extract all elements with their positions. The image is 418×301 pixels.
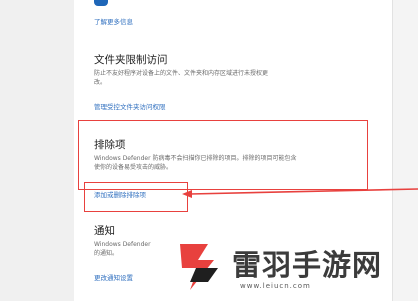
add-remove-exclusions-link[interactable]: 添加或删除排除项 [94,189,146,199]
toggle-switch[interactable] [94,0,108,6]
notifications-description-line: Windows Defender [94,241,151,248]
notifications-heading: 通知 [94,225,115,237]
folder-access-heading: 文件夹限制访问 [94,54,168,66]
exclusions-description-line: 使你的设备易受攻击的威胁。 [94,164,173,171]
notifications-description: Windows Defender 的通知。 [94,240,151,258]
exclusions-description: Windows Defender 防病毒不会扫描你已排除的项目。排除的项目可能包… [94,154,296,172]
folder-access-description: 防止不友好程序对设备上的文件、文件夹和内存区域进行未授权更 改。 [94,69,268,87]
folder-access-description-line: 改。 [94,79,107,86]
change-notification-settings-link[interactable]: 更改通知设置 [94,272,133,282]
watermark: 雷羽手游网 www.leiucn.com [168,238,404,296]
annotation-arrow [182,188,418,198]
folder-access-description-line: 防止不友好程序对设备上的文件、文件夹和内存区域进行未授权更 [94,70,269,77]
left-pane [0,0,74,301]
watermark-logo-icon [180,244,218,290]
exclusions-description-line: Windows Defender 防病毒不会扫描你已排除的项目。排除的项目可能包… [94,155,297,162]
manage-folder-access-link[interactable]: 管理受控文件夹访问权限 [94,101,166,111]
watermark-url: www.leiucn.com [240,282,311,290]
exclusions-heading: 排除项 [94,139,126,151]
watermark-title: 雷羽手游网 [232,248,383,282]
learn-more-link[interactable]: 了解更多信息 [94,16,133,26]
notifications-description-line: 的通知。 [94,250,119,257]
